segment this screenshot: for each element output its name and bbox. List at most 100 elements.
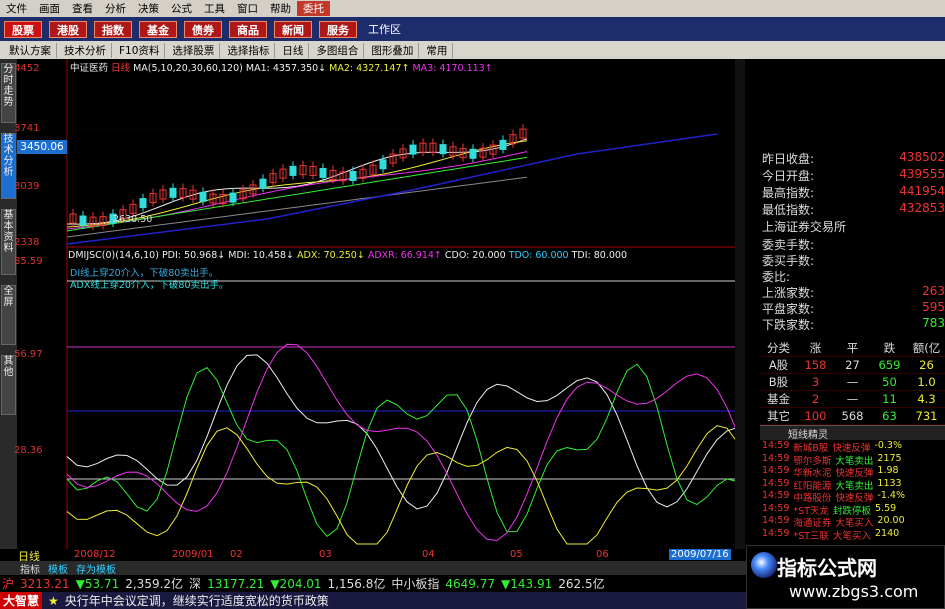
date-tick: 03: [319, 549, 332, 560]
sprite-row[interactable]: 14:59 华新水泥 快速反弹 1.98: [760, 465, 945, 479]
sprite-row[interactable]: 14:59 红阳能源 大笔卖出 1133: [760, 478, 945, 492]
nav-button-3[interactable]: 基金: [139, 20, 177, 38]
toolbar-item-3[interactable]: 选择股票: [167, 42, 221, 58]
quote-value: 441954: [899, 184, 945, 198]
small-amount: 262.5亿: [558, 577, 605, 591]
sh-price: 3213.21: [20, 576, 70, 591]
candle-body: [379, 159, 387, 170]
breadth-value: 595: [922, 300, 945, 314]
menu-item-8[interactable]: 帮助: [264, 1, 297, 16]
price-axis-label: 3039: [14, 181, 40, 192]
menu-item-0[interactable]: 文件: [0, 1, 33, 16]
quote-row: 最高指数: 441954: [762, 184, 945, 200]
breadth-label: 下跌家数:: [762, 318, 815, 332]
menu-item-5[interactable]: 公式: [165, 1, 198, 16]
sprite-name: *ST三联: [793, 530, 829, 542]
stats-cell: 2: [811, 392, 820, 406]
nav-button-5[interactable]: 商品: [229, 20, 267, 38]
menu-item-1[interactable]: 画面: [33, 1, 66, 16]
tdo-value: TDO: 60.000: [508, 250, 569, 261]
toolbar-item-8[interactable]: 常用: [421, 42, 454, 58]
candle-body: [79, 215, 87, 226]
watermark-title: 指标公式网: [777, 556, 877, 580]
stats-cell: 11: [882, 392, 897, 406]
workspace-label[interactable]: 工作区: [368, 21, 401, 37]
sprite-name: 华新水泥: [793, 468, 832, 479]
short-term-sprite[interactable]: 短线精灵 14:59 新城B股 快速反弹 -0.3% 14:59 鄂尔多斯 大笔卖出 2175…: [760, 425, 945, 545]
stats-cell: 659: [878, 358, 901, 372]
sprite-row[interactable]: 14:59 新城B股 快速反弹 -0.3%: [760, 440, 945, 454]
sprite-row[interactable]: 14:59 *ST天龙 封跌停板 5.59: [760, 503, 945, 517]
sprite-value: -0.3%: [874, 440, 903, 451]
dmi-name: DMIJSC(0)(14,6,10): [68, 250, 159, 261]
stats-cell: 50: [882, 375, 897, 389]
toolbar-item-5[interactable]: 日线: [277, 42, 310, 58]
quote-label: 今日开盘:: [762, 169, 815, 183]
low-mark: 2630.50: [113, 214, 153, 225]
stats-cell: 基金: [767, 392, 790, 406]
nav-button-4[interactable]: 债券: [184, 20, 222, 38]
sprite-row[interactable]: 14:59 海通证券 大笔买入 20.00: [760, 515, 945, 529]
toolbar-item-7[interactable]: 图形叠加: [366, 42, 420, 58]
sprite-signal: 大笔卖出: [835, 480, 874, 492]
breadth-label: 委卖手数:: [762, 238, 815, 252]
sprite-name: 鄂尔多斯: [793, 455, 832, 467]
toolbar-item-4[interactable]: 选择指标: [222, 42, 276, 58]
sprite-signal: 快速反弹: [835, 493, 874, 504]
stats-row: B股 3 — 50 1.0: [760, 374, 945, 391]
sprite-value: -1.4%: [877, 490, 905, 501]
mdi-value: MDI: 10.458↓: [228, 250, 295, 261]
sprite-signal: 大笔买入: [832, 530, 871, 542]
stats-header-cell: 平: [846, 341, 859, 355]
dmi-axis-label: 56.97: [14, 349, 43, 360]
date-tick: 02: [230, 549, 243, 560]
nav-button-2[interactable]: 指数: [94, 20, 132, 38]
toolbar-item-0[interactable]: 默认方案: [4, 42, 57, 58]
sh-amount: 2,359.2亿: [125, 577, 184, 591]
tab-template[interactable]: 模板: [48, 561, 68, 576]
left-tab-4[interactable]: 其他: [1, 355, 16, 415]
tab-indicator[interactable]: 指标: [20, 561, 40, 576]
ma-params: MA(5,10,20,30,60,120): [133, 63, 243, 74]
menu-item-6[interactable]: 工具: [198, 1, 231, 16]
menu-item-7[interactable]: 窗口: [231, 1, 264, 16]
nav-button-6[interactable]: 新闻: [274, 20, 312, 38]
sprite-title: 短线精灵: [760, 426, 945, 441]
menu-item-9[interactable]: 委托: [297, 1, 330, 16]
sprite-name: 中路股份: [793, 493, 832, 504]
stats-cell: A股: [768, 358, 789, 372]
toolbar-item-6[interactable]: 多图组合: [311, 42, 365, 58]
candle-body: [259, 178, 267, 189]
sprite-row[interactable]: 14:59 鄂尔多斯 大笔卖出 2175: [760, 453, 945, 467]
nav-button-7[interactable]: 服务: [319, 20, 357, 38]
breadth-row: 下跌家数: 783: [762, 316, 945, 332]
nav-button-0[interactable]: 股票: [4, 20, 42, 38]
stats-cell: 63: [882, 409, 897, 423]
quote-row: 昨日收盘: 438502: [762, 150, 945, 166]
left-tab-3[interactable]: 全屏: [1, 285, 16, 345]
ma1-value: MA1: 4357.350↓: [245, 63, 327, 74]
chart-area[interactable]: [17, 59, 735, 549]
star-icon: ★: [48, 593, 59, 608]
menu-item-2[interactable]: 查看: [66, 1, 99, 16]
menu-item-3[interactable]: 分析: [99, 1, 132, 16]
exchange-name: 上海证券交易所: [762, 220, 847, 234]
brand-logo: 大智慧: [0, 592, 43, 609]
chart-canvas[interactable]: [17, 59, 735, 549]
sprite-row[interactable]: 14:59 中路股份 快速反弹 -1.4%: [760, 490, 945, 504]
sz-price: 13177.21: [207, 576, 265, 591]
breadth-row: 委买手数:: [762, 252, 945, 268]
toolbar-item-1[interactable]: 技术分析: [59, 42, 112, 58]
breadth-value: 263: [922, 284, 945, 298]
sprite-row[interactable]: 14:59 *ST三联 大笔买入 2140: [760, 528, 945, 542]
toolbar-item-2[interactable]: F10资料: [114, 42, 166, 58]
sprite-name: 红阳能源: [793, 480, 832, 492]
tab-save-template[interactable]: 存为模板: [76, 561, 116, 576]
nav-button-1[interactable]: 港股: [49, 20, 87, 38]
sprite-signal: 快速反弹: [835, 468, 874, 479]
menu-item-4[interactable]: 决策: [132, 1, 165, 16]
news-headline[interactable]: 央行年中会议定调，继续实行适度宽松的货币政策: [65, 592, 329, 609]
sprite-value: 20.00: [877, 515, 905, 526]
sprite-time: 14:59: [762, 490, 790, 501]
quote-label: 最高指数:: [762, 186, 815, 200]
